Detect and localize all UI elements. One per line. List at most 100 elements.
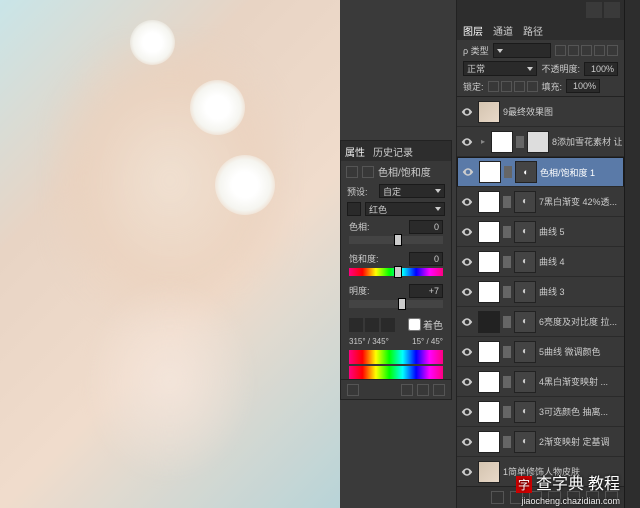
filter-icon[interactable] xyxy=(581,45,592,56)
visibility-toggle[interactable] xyxy=(460,164,476,180)
filter-icon[interactable] xyxy=(607,45,618,56)
colorize-checkbox[interactable] xyxy=(408,318,421,331)
layer-mask-thumb[interactable] xyxy=(478,311,500,333)
layer-row[interactable]: ◐2渐变映射 定基调 xyxy=(457,427,624,457)
layer-row[interactable]: ▸ 8添加雪花素材 让... xyxy=(457,127,624,157)
adjustment-thumb[interactable]: ◐ xyxy=(514,401,536,423)
adjustment-thumb[interactable]: ◐ xyxy=(514,341,536,363)
panel-icon[interactable] xyxy=(586,2,602,18)
layer-name[interactable]: 色相/饱和度 1 xyxy=(540,166,621,179)
adjustment-thumb[interactable]: ◐ xyxy=(514,311,536,333)
visibility-toggle[interactable] xyxy=(459,314,475,330)
link-icon[interactable] xyxy=(503,406,511,418)
layer-mask-thumb[interactable] xyxy=(478,221,500,243)
layer-mask-thumb[interactable] xyxy=(478,401,500,423)
link-icon[interactable] xyxy=(503,436,511,448)
lightness-value[interactable]: +7 xyxy=(409,284,443,298)
visibility-toggle[interactable] xyxy=(459,434,475,450)
eyedropper-add-icon[interactable] xyxy=(365,318,379,332)
adjustment-thumb[interactable]: ◐ xyxy=(514,191,536,213)
layer-row[interactable]: ◐曲线 4 xyxy=(457,247,624,277)
adjustment-thumb[interactable]: ◐ xyxy=(514,251,536,273)
link-icon[interactable] xyxy=(503,316,511,328)
hue-value[interactable]: 0 xyxy=(409,220,443,234)
layer-name[interactable]: 4黑白渐变映射 ... xyxy=(539,375,622,388)
visibility-toggle[interactable] xyxy=(459,374,475,390)
layer-row[interactable]: ◐6亮度及对比度 拉... xyxy=(457,307,624,337)
layer-thumb[interactable] xyxy=(527,131,549,153)
layer-name[interactable]: 2渐变映射 定基调 xyxy=(539,435,622,448)
lock-all-icon[interactable] xyxy=(527,81,538,92)
layer-name[interactable]: 曲线 3 xyxy=(539,285,622,298)
fill-value[interactable]: 100% xyxy=(566,79,600,93)
visibility-toggle[interactable] xyxy=(459,404,475,420)
layer-row[interactable]: 9最终效果图 xyxy=(457,97,624,127)
trash-icon[interactable] xyxy=(433,384,445,396)
lock-trans-icon[interactable] xyxy=(488,81,499,92)
layer-name[interactable]: 8添加雪花素材 让... xyxy=(552,135,622,148)
eyedropper-icon[interactable] xyxy=(349,318,363,332)
lock-pixel-icon[interactable] xyxy=(501,81,512,92)
opacity-value[interactable]: 100% xyxy=(584,62,618,76)
visibility-toggle[interactable] xyxy=(459,104,475,120)
link-layers-icon[interactable] xyxy=(491,491,504,504)
link-icon[interactable] xyxy=(504,166,512,178)
blend-mode-select[interactable]: 正常 xyxy=(463,61,537,76)
layer-name[interactable]: 9最终效果图 xyxy=(503,105,622,118)
adjustment-thumb[interactable]: ◐ xyxy=(514,371,536,393)
layer-row[interactable]: ◐色相/饱和度 1 xyxy=(457,157,624,187)
link-icon[interactable] xyxy=(503,196,511,208)
layer-mask-thumb[interactable] xyxy=(479,161,501,183)
layer-row[interactable]: ◐7黑白渐变 42%透... xyxy=(457,187,624,217)
layer-thumb[interactable] xyxy=(478,461,500,483)
filter-icon[interactable] xyxy=(568,45,579,56)
visibility-toggle[interactable] xyxy=(459,344,475,360)
eyedropper-sub-icon[interactable] xyxy=(381,318,395,332)
adjustment-thumb[interactable]: ◐ xyxy=(515,161,537,183)
layer-name[interactable]: 曲线 5 xyxy=(539,225,622,238)
link-icon[interactable] xyxy=(503,256,511,268)
hue-range-bar[interactable] xyxy=(349,350,443,364)
saturation-slider[interactable] xyxy=(349,268,443,276)
reset-icon[interactable] xyxy=(417,384,429,396)
layer-thumb[interactable] xyxy=(478,101,500,123)
layer-row[interactable]: ◐4黑白渐变映射 ... xyxy=(457,367,624,397)
layer-mask-thumb[interactable] xyxy=(478,191,500,213)
layer-name[interactable]: 6亮度及对比度 拉... xyxy=(539,315,622,328)
layer-row[interactable]: ◐5曲线 微调颜色 xyxy=(457,337,624,367)
tab-properties[interactable]: 属性 xyxy=(345,144,365,159)
layer-mask-thumb[interactable] xyxy=(478,431,500,453)
canvas-image[interactable] xyxy=(0,0,340,508)
link-icon[interactable] xyxy=(503,226,511,238)
hue-range-bar-2[interactable] xyxy=(349,366,443,380)
tab-layers[interactable]: 图层 xyxy=(463,23,483,38)
layer-name[interactable]: 3可选颜色 抽离... xyxy=(539,405,622,418)
channel-select[interactable]: 红色 xyxy=(365,202,445,216)
layer-name[interactable]: 5曲线 微调颜色 xyxy=(539,345,622,358)
tab-history[interactable]: 历史记录 xyxy=(373,144,413,159)
layer-row[interactable]: ◐曲线 5 xyxy=(457,217,624,247)
visibility-toggle[interactable] xyxy=(459,194,475,210)
layer-mask-thumb[interactable] xyxy=(478,371,500,393)
panel-icon[interactable] xyxy=(604,2,620,18)
adjustment-thumb[interactable]: ◐ xyxy=(514,431,536,453)
saturation-value[interactable]: 0 xyxy=(409,252,443,266)
hand-icon[interactable] xyxy=(347,202,361,216)
tab-channels[interactable]: 通道 xyxy=(493,23,513,38)
link-icon[interactable] xyxy=(503,286,511,298)
layer-name[interactable]: 7黑白渐变 42%透... xyxy=(539,195,622,208)
visibility-toggle[interactable] xyxy=(459,134,475,150)
adjustment-thumb[interactable]: ◐ xyxy=(514,281,536,303)
layer-row[interactable]: ◐3可选颜色 抽离... xyxy=(457,397,624,427)
lock-pos-icon[interactable] xyxy=(514,81,525,92)
tab-paths[interactable]: 路径 xyxy=(523,23,543,38)
filter-icon[interactable] xyxy=(594,45,605,56)
filter-icon[interactable] xyxy=(555,45,566,56)
layer-mask-thumb[interactable] xyxy=(478,251,500,273)
kind-select[interactable] xyxy=(493,43,551,58)
visibility-toggle[interactable] xyxy=(459,224,475,240)
link-icon[interactable] xyxy=(503,376,511,388)
clip-icon[interactable] xyxy=(347,384,359,396)
hue-slider[interactable] xyxy=(349,236,443,244)
twirl-icon[interactable]: ▸ xyxy=(478,137,488,146)
